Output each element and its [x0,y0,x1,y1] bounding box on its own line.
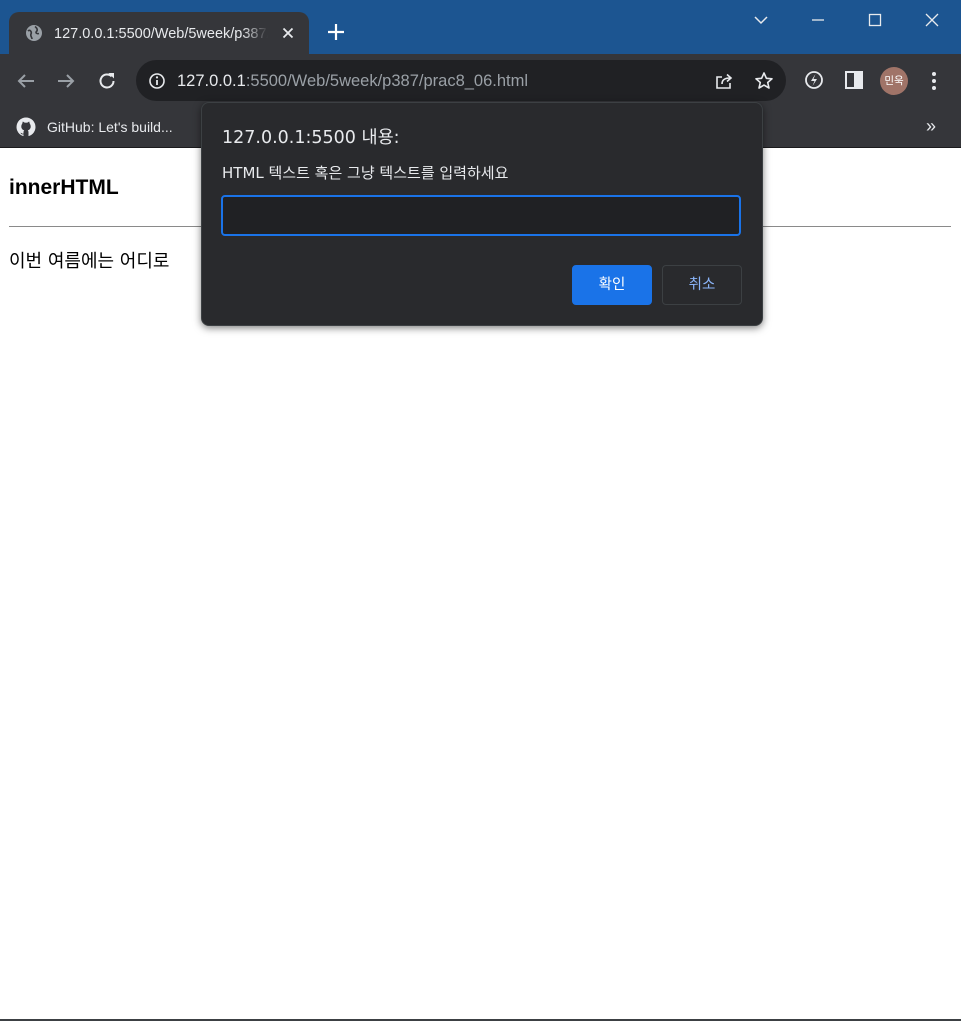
github-icon [16,117,36,137]
tab-active[interactable]: 127.0.0.1:5500/Web/5week/p387/prac8_06.h… [9,12,309,54]
close-icon[interactable] [280,25,296,41]
reload-icon[interactable] [95,69,119,93]
bookmark-star-icon[interactable] [754,71,774,91]
title-bar: 127.0.0.1:5500/Web/5week/p387/prac8_06.h… [0,0,961,54]
side-panel-icon[interactable] [843,69,865,91]
minimize-icon[interactable] [805,8,831,32]
url-host: 127.0.0.1 [177,72,246,90]
bookmark-label: GitHub: Let's build... [47,119,173,135]
back-arrow-icon[interactable] [14,69,38,93]
dialog-title: 127.0.0.1:5500 내용: [222,128,400,148]
url-text[interactable]: 127.0.0.1:5500/Web/5week/p387/prac8_06.h… [177,70,528,92]
globe-icon [26,25,42,41]
extension-icon[interactable] [803,69,825,91]
profile-avatar[interactable]: 민욱 [880,67,908,95]
site-info-icon[interactable] [148,72,166,90]
toolbar: 127.0.0.1:5500/Web/5week/p387/prac8_06.h… [0,54,961,108]
address-bar[interactable]: 127.0.0.1:5500/Web/5week/p387/prac8_06.h… [136,60,786,101]
cancel-button[interactable]: 취소 [662,265,742,305]
more-menu-icon[interactable] [922,69,946,93]
prompt-input[interactable] [221,195,741,236]
prompt-dialog: 127.0.0.1:5500 내용: HTML 텍스트 혹은 그냥 텍스트를 입… [201,102,763,326]
url-path: :5500/Web/5week/p387/prac8_06.html [245,72,529,90]
page-heading: innerHTML [9,176,119,199]
window-close-icon[interactable] [919,8,945,32]
tab-search-chevron-icon[interactable] [748,8,774,32]
forward-arrow-icon[interactable] [54,69,78,93]
page-text: 이번 여름에는 어디로 [9,251,170,272]
maximize-icon[interactable] [862,8,888,32]
dialog-message: HTML 텍스트 혹은 그냥 텍스트를 입력하세요 [222,164,509,182]
ok-button[interactable]: 확인 [572,265,652,305]
new-tab-icon[interactable] [325,21,347,43]
tab-title: 127.0.0.1:5500/Web/5week/p387/prac8_06.h… [54,26,268,42]
bookmarks-overflow-button[interactable]: » [926,113,936,139]
share-icon[interactable] [714,71,734,91]
